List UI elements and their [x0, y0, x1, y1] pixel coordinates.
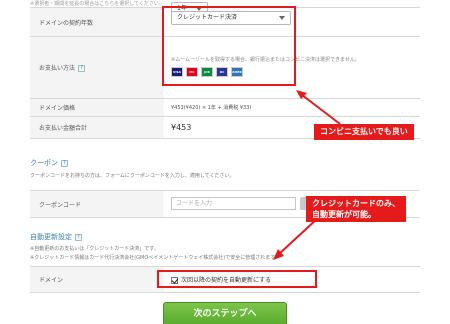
coupon-label: クーポンコード	[30, 190, 164, 218]
highlight-box-auto-renew	[157, 270, 317, 288]
callout-conbini: コンビニ支払いでも良い	[314, 124, 414, 140]
callout-credit-line2: 自動更新が可能。	[312, 210, 376, 219]
coupon-heading: クーポン	[30, 159, 58, 167]
auto-renew-heading: 自動更新設定	[30, 233, 72, 241]
coupon-code-input[interactable]: コードを入力	[171, 197, 296, 210]
help-icon[interactable]: ?	[61, 159, 68, 167]
arrow-line-conbini	[301, 94, 341, 125]
auto-renew-desc-2: ※クレジットカード情報はカード代行決済会社(GMOペイメントゲートウェイ株式会社…	[30, 255, 280, 261]
auto-renew-desc-1: ※自動更新のお支払いは「クレジットカード決済」です。	[30, 246, 159, 252]
callout-credit: クレジットカードのみ、 自動更新が可能。	[306, 196, 406, 222]
next-step-button[interactable]: 次のステップへ	[163, 302, 287, 324]
coupon-description: クーポンコードをお持ちの方は、フォームにクーポンコードを入力し、適用してください…	[30, 173, 235, 179]
help-icon[interactable]: ?	[75, 233, 82, 241]
callout-credit-line1: クレジットカードのみ、	[312, 199, 400, 208]
auto-renew-heading-wrap: 自動更新設定?	[30, 232, 82, 242]
arrow-line-credit	[278, 217, 319, 255]
auto-renew-label: ドメイン	[30, 266, 164, 293]
coupon-heading-wrap: クーポン?	[30, 158, 68, 168]
